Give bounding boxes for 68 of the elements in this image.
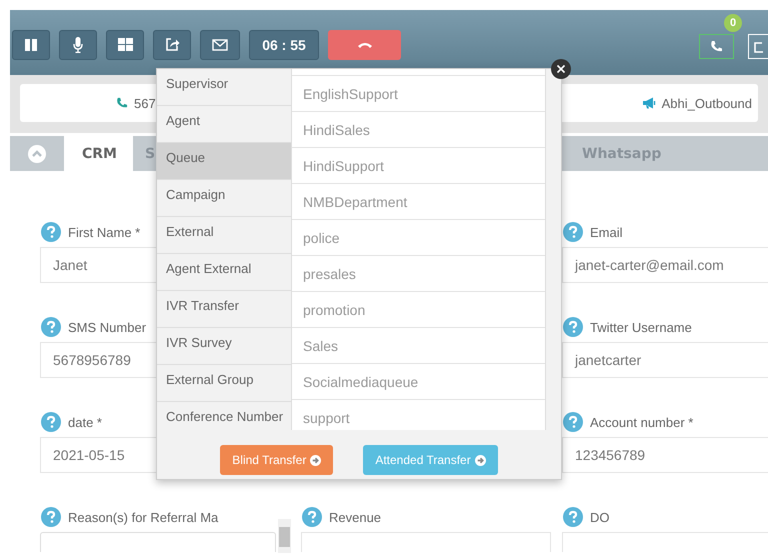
transfer-type-item[interactable]: IVR Transfer (157, 291, 291, 328)
field-label: DO (590, 510, 610, 524)
transfer-type-item[interactable]: Agent External (157, 254, 291, 291)
attended-transfer-button[interactable]: Attended Transfer (363, 445, 498, 475)
input-field[interactable]: janetcarter (562, 342, 768, 378)
pause-button[interactable] (12, 30, 50, 60)
grid-button[interactable] (106, 30, 144, 60)
grid-icon (118, 38, 132, 51)
input-field[interactable]: janet-carter@email.com (562, 247, 768, 283)
help-icon (563, 317, 583, 337)
arrow-circle-icon (474, 454, 486, 466)
blind-transfer-button[interactable]: Blind Transfer (220, 445, 334, 475)
input-field[interactable] (301, 532, 551, 552)
transfer-type-item[interactable]: External (157, 217, 291, 254)
transfer-type-item[interactable]: Campaign (157, 180, 291, 217)
help-icon (41, 317, 61, 337)
list-option[interactable]: HindiSupport (292, 147, 545, 183)
share-button[interactable] (153, 30, 191, 60)
field-label: First Name * (68, 224, 140, 240)
microphone-icon (73, 36, 83, 52)
help-icon (302, 507, 322, 527)
list-option[interactable]: presales (292, 255, 545, 291)
list-option[interactable]: EnglishSupport (292, 75, 545, 111)
field-label: SMS Number (68, 320, 146, 334)
phone-icon (358, 42, 372, 48)
field-label: Account number * (590, 414, 694, 430)
transfer-type-item[interactable]: Conference Number (157, 402, 291, 430)
pause-icon (24, 38, 38, 52)
tab[interactable]: CRM (64, 136, 133, 171)
help-icon (41, 412, 61, 432)
call-timer: 06 : 55 (249, 30, 319, 60)
help-icon (41, 507, 61, 527)
transfer-type-item[interactable]: IVR Survey (157, 328, 291, 365)
input-field[interactable]: 123456789 (562, 437, 768, 473)
transfer-type-item[interactable]: Queue (157, 143, 291, 180)
toolbar-button[interactable] (748, 34, 768, 59)
help-icon (41, 222, 61, 242)
phone-icon (710, 40, 723, 53)
field-label: Reason(s) for Referral Ma (68, 510, 218, 524)
field-label: Revenue (329, 510, 382, 524)
help-icon (563, 412, 583, 432)
field-label: Twitter Username (590, 320, 692, 334)
scrollbar[interactable] (278, 519, 291, 553)
list-option[interactable]: support (292, 399, 545, 430)
phone-number: 567 (134, 96, 156, 110)
transfer-type-item[interactable]: External Group (157, 365, 291, 402)
list-option[interactable]: Sales (292, 327, 545, 363)
field-label: Email (590, 224, 623, 240)
arrow-circle-icon (310, 454, 322, 466)
help-icon (563, 222, 583, 242)
calls-button[interactable] (699, 34, 734, 59)
mail-icon (212, 38, 228, 50)
close-icon[interactable] (551, 59, 571, 79)
campaign-name: Abhi_Outbound (662, 96, 752, 110)
list-option[interactable]: NMBDepartment (292, 183, 545, 219)
input-field[interactable] (562, 532, 768, 552)
mail-button[interactable] (200, 30, 240, 60)
phone-icon (116, 97, 128, 109)
field-label: date * (68, 414, 102, 430)
mic-button[interactable] (59, 30, 97, 60)
help-icon (563, 507, 583, 527)
count-badge: 0 (724, 14, 742, 32)
list-option[interactable]: police (292, 219, 545, 255)
list-option[interactable]: HindiSales (292, 111, 545, 147)
list-option[interactable]: Socialmediaqueue (292, 363, 545, 399)
transfer-type-item[interactable]: Supervisor (157, 69, 291, 106)
list-option[interactable]: promotion (292, 291, 545, 327)
megaphone-icon (642, 97, 656, 109)
